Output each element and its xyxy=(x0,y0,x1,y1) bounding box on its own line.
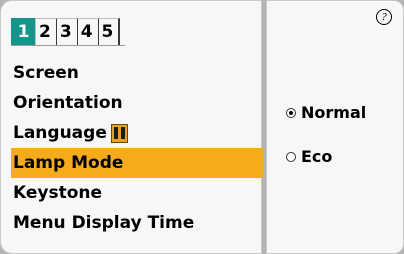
menu-item-menu-display-time[interactable]: Menu Display Time xyxy=(11,208,263,238)
menu-item-lamp-mode[interactable]: Lamp Mode xyxy=(11,148,263,178)
menu-item-screen[interactable]: Screen xyxy=(11,58,263,88)
menu-item-label: Screen xyxy=(13,63,79,83)
tab-2[interactable]: 2 xyxy=(35,18,58,45)
menu-item-label: Menu Display Time xyxy=(13,213,195,233)
radio-checked-icon[interactable] xyxy=(286,107,296,118)
tab-3[interactable]: 3 xyxy=(56,18,79,45)
menu-list: Screen Orientation Language Lamp Mode Ke… xyxy=(11,58,263,238)
menu-item-label: Orientation xyxy=(13,93,123,113)
option-eco[interactable]: Eco xyxy=(286,147,332,166)
tab-5[interactable]: 5 xyxy=(98,18,121,45)
option-normal[interactable]: Normal xyxy=(286,103,366,122)
tab-bar: 1 2 3 4 5 xyxy=(11,18,126,46)
option-label: Normal xyxy=(301,103,367,122)
options-panel: ? Normal Eco xyxy=(266,0,404,254)
tab-1[interactable]: 1 xyxy=(11,18,36,45)
option-label: Eco xyxy=(301,147,333,166)
menu-item-label: Keystone xyxy=(13,183,103,203)
language-icon xyxy=(110,123,128,143)
radio-unchecked-icon[interactable] xyxy=(286,151,296,162)
tab-4[interactable]: 4 xyxy=(77,18,100,45)
menu-item-keystone[interactable]: Keystone xyxy=(11,178,263,208)
menu-item-language[interactable]: Language xyxy=(11,118,263,148)
menu-item-label: Language xyxy=(13,123,107,143)
menu-panel: 1 2 3 4 5 Screen Orientation Language La… xyxy=(0,0,263,254)
menu-item-label: Lamp Mode xyxy=(13,153,124,173)
menu-item-orientation[interactable]: Orientation xyxy=(11,88,263,118)
help-icon[interactable]: ? xyxy=(376,9,392,25)
